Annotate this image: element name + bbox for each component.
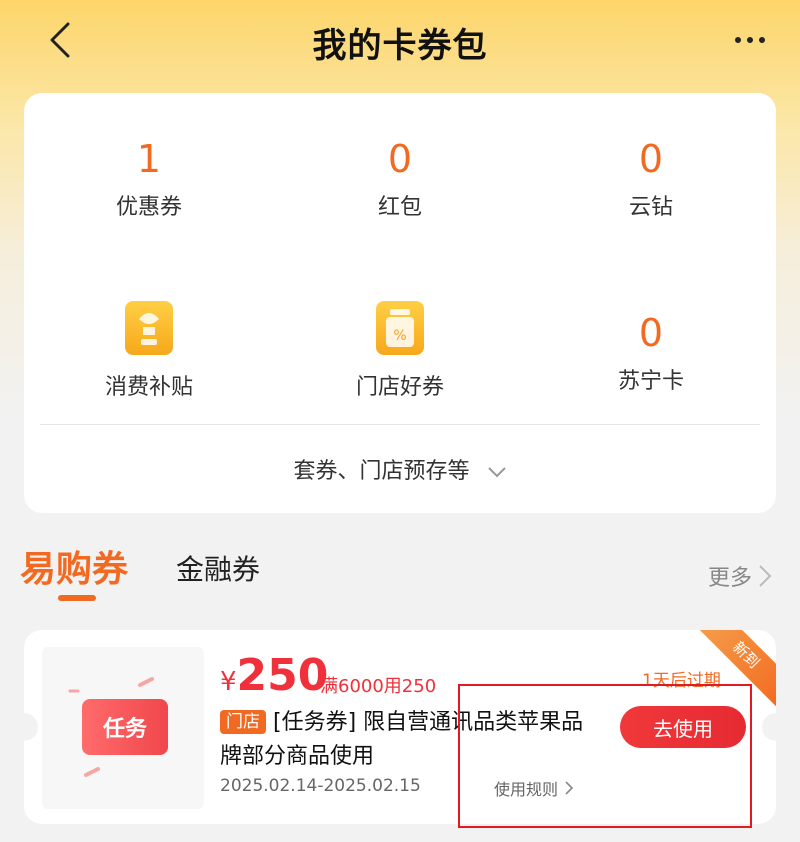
cloud-diamond-stat[interactable]: 0 云钻 [526, 137, 776, 221]
chevron-right-icon [565, 781, 574, 795]
expand-more[interactable]: 套券、门店预存等 [24, 453, 776, 485]
tab-active-indicator [58, 595, 96, 601]
expand-label: 套券、门店预存等 [293, 459, 470, 484]
suning-card-entry[interactable]: 0 苏宁卡 [526, 311, 776, 395]
coupon-count: 1 [136, 137, 162, 181]
red-packet-label: 红包 [377, 195, 422, 220]
coupon-threshold: 满6000用250 [320, 676, 437, 697]
use-button[interactable]: 去使用 [620, 706, 746, 748]
coupon-description: 门店 [任务券] 限自营通讯品类苹果品牌部分商品使用 [220, 706, 590, 774]
coupon-stat[interactable]: 1 优惠券 [24, 137, 274, 221]
subsidy-icon [125, 301, 173, 355]
chevron-right-icon [759, 565, 772, 587]
coupon-image: 任务 [42, 647, 204, 809]
coupon-notch-right [762, 713, 776, 741]
task-ticket-icon: 任务 [82, 699, 168, 755]
store-coupon-icon: % [376, 301, 424, 355]
svg-text:%: % [393, 328, 406, 344]
assets-card: 1 优惠券 0 红包 0 云钻 消费补贴 % 门店好券 0 苏宁卡 套券、门店预… [24, 93, 776, 513]
suning-card-count: 0 [638, 311, 664, 355]
tab-yigou-coupon[interactable]: 易购券 [20, 540, 128, 592]
red-packet-count: 0 [387, 137, 413, 181]
coupon-notch-left [24, 713, 38, 741]
coupon-desc-text: [任务券] 限自营通讯品类苹果品牌部分商品使用 [220, 710, 584, 769]
subsidy-label: 消费补贴 [104, 375, 193, 400]
rules-label: 使用规则 [494, 780, 559, 799]
page-title: 我的卡券包 [312, 26, 488, 66]
divider [40, 424, 760, 425]
cloud-diamond-label: 云钻 [628, 195, 673, 220]
store-tag: 门店 [220, 710, 266, 734]
currency-symbol: ¥ [220, 667, 237, 697]
nav-bar: 我的卡券包 [0, 0, 800, 84]
red-packet-stat[interactable]: 0 红包 [275, 137, 525, 221]
tab-finance-coupon[interactable]: 金融券 [176, 548, 260, 588]
store-coupon-entry[interactable]: % 门店好券 [275, 301, 525, 401]
rules-link[interactable]: 使用规则 [494, 776, 574, 800]
coupon-expire: 1天后过期 [642, 671, 721, 691]
coupon-card: 任务 ¥250 满6000用250 1天后过期 门店 [任务券] 限自营通讯品类… [24, 630, 776, 824]
more-label: 更多 [708, 566, 753, 591]
ticket-label: 任务 [102, 717, 147, 742]
suning-card-label: 苏宁卡 [617, 369, 684, 394]
coupon-amount: 250 [236, 650, 329, 701]
coupon-price: ¥250 [220, 650, 328, 701]
coupon-label: 优惠券 [115, 195, 182, 220]
store-coupon-label: 门店好券 [355, 375, 444, 400]
cloud-diamond-count: 0 [638, 137, 664, 181]
more-dots-icon[interactable] [726, 22, 774, 58]
coupon-date-range: 2025.02.14-2025.02.15 [220, 776, 421, 796]
more-link[interactable]: 更多 [708, 560, 772, 592]
chevron-down-icon [487, 467, 506, 478]
subsidy-entry[interactable]: 消费补贴 [24, 301, 274, 401]
